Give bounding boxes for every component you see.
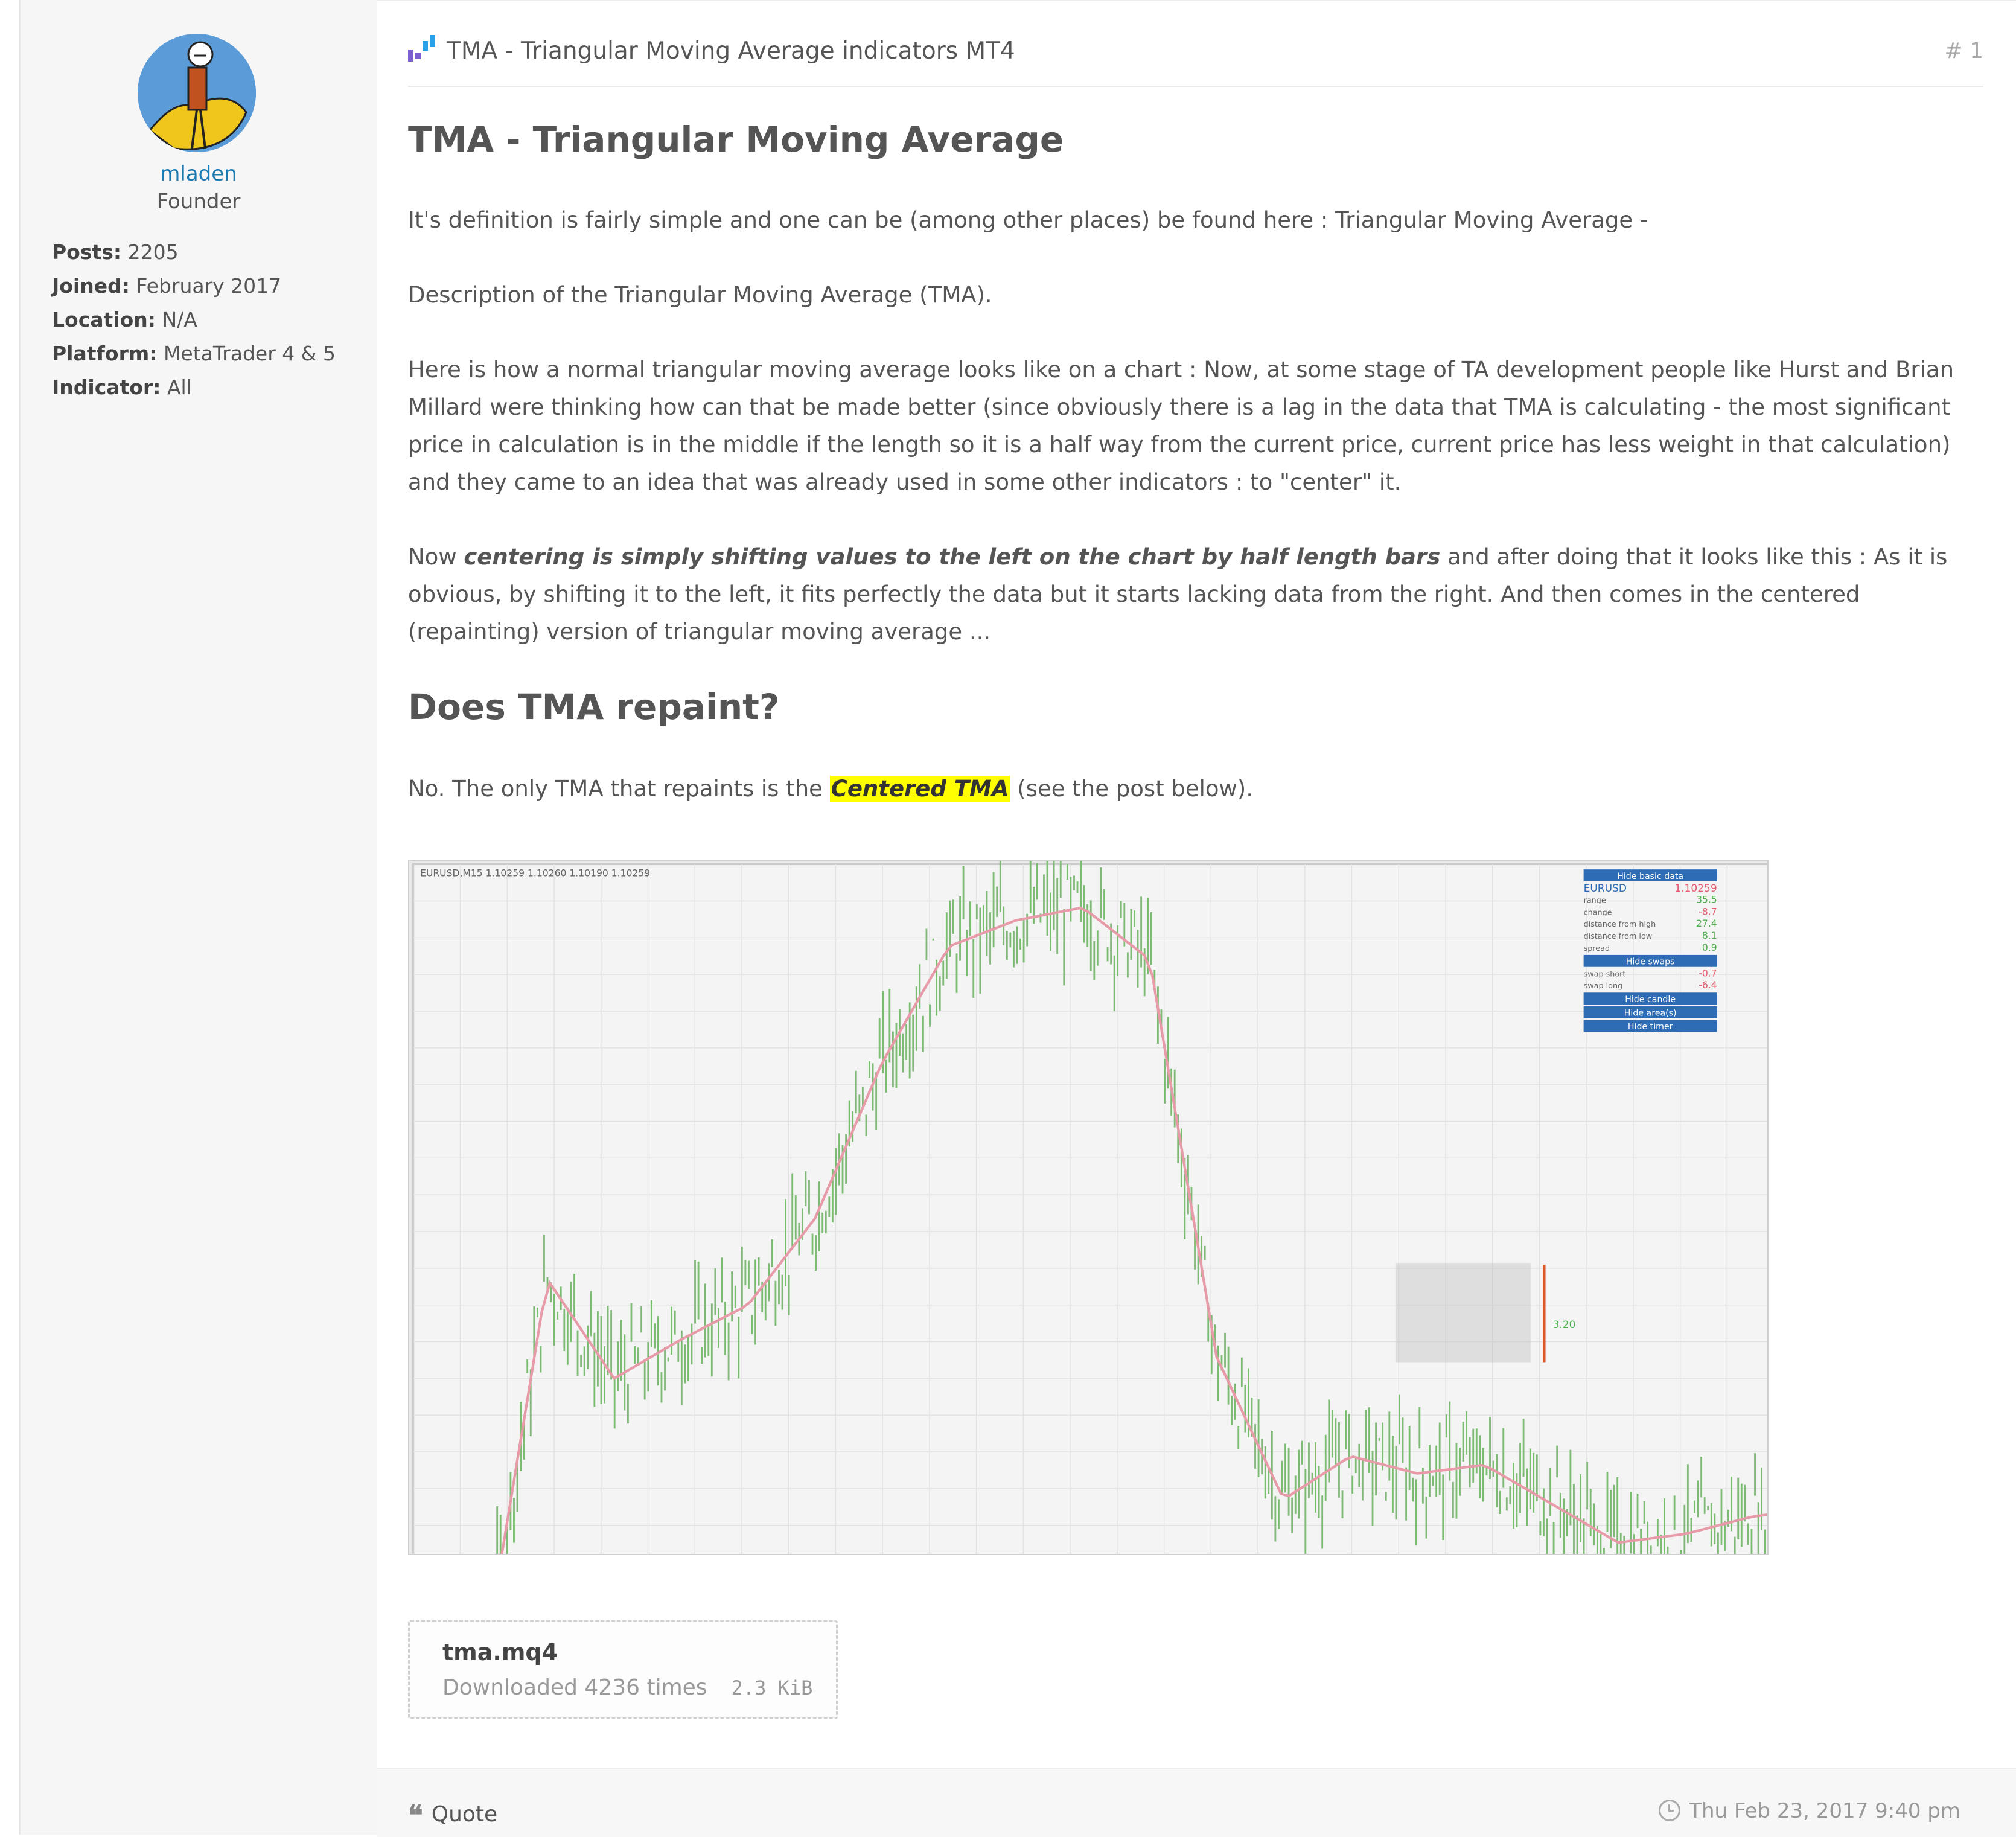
panel-row-label: swap long [1584, 982, 1623, 991]
file-size: 2.3 KiB [731, 1676, 813, 1699]
stat-label: Indicator: [52, 375, 161, 399]
post-header: TMA - Triangular Moving Average indicato… [408, 33, 1983, 87]
panel-button-label: Hide candle [1625, 995, 1676, 1005]
range-label: 3.20 [1553, 1319, 1576, 1331]
panel-row-value: 35.5 [1696, 894, 1717, 905]
panel-row-value: -0.7 [1699, 968, 1717, 979]
attachment-box[interactable]: tma.mq4 Downloaded 4236 times 2.3 KiB [408, 1620, 838, 1719]
timestamp-text: Thu Feb 23, 2017 9:40 pm [1689, 1799, 1960, 1823]
stat-platform: Platform: MetaTrader 4 & 5 [52, 337, 336, 371]
stat-value: MetaTrader 4 & 5 [163, 342, 336, 365]
author-name[interactable]: mladen [21, 162, 377, 186]
panel-row-label: distance from low [1584, 932, 1653, 941]
stat-posts: Posts: 2205 [52, 235, 336, 269]
emphasis: centering is simply shifting values to t… [464, 544, 1441, 570]
panel-row-value: 0.9 [1702, 942, 1717, 953]
paragraph: Description of the Triangular Moving Ave… [408, 282, 992, 308]
text: (see the post below). [1010, 776, 1254, 802]
stat-value: All [167, 375, 192, 399]
panel-button-label: Hide area(s) [1624, 1009, 1677, 1018]
post-timestamp: Thu Feb 23, 2017 9:40 pm [1659, 1799, 1960, 1823]
chart-image[interactable]: 1.119101.118251.117401.116551.115701.114… [408, 845, 2016, 1837]
stat-label: Location: [52, 308, 156, 331]
topic-title[interactable]: TMA - Triangular Moving Average indicato… [447, 37, 1015, 65]
stat-value: February 2017 [136, 274, 282, 298]
stat-joined: Joined: February 2017 [52, 269, 336, 303]
panel-symbol: EURUSD [1584, 883, 1627, 895]
panel-row-value: -8.7 [1699, 906, 1717, 917]
stat-label: Joined: [52, 274, 130, 298]
clock-icon [1659, 1800, 1681, 1821]
panel-button-label: Hide timer [1628, 1022, 1673, 1032]
text: No. The only TMA that repaints is the [408, 776, 830, 802]
highlight-em: Centered [831, 776, 946, 802]
stat-label: Platform: [52, 342, 158, 365]
stat-value: N/A [162, 308, 197, 331]
post-footer: ❝ Quote Thu Feb 23, 2017 9:40 pm [377, 1768, 2016, 1837]
avatar[interactable] [138, 34, 256, 152]
stat-value: 2205 [127, 240, 179, 264]
quote-icon: ❝ [408, 1799, 423, 1832]
panel-price: 1.10259 [1674, 883, 1717, 895]
download-count: Downloaded 4236 times [442, 1675, 707, 1700]
panel-button-label: Hide swaps [1626, 957, 1675, 966]
panel-row-label: swap short [1584, 970, 1626, 979]
heading-tma: TMA - Triangular Moving Average [408, 119, 1064, 160]
attachment-meta: Downloaded 4236 times 2.3 KiB [442, 1675, 812, 1700]
panel-row-label: range [1584, 896, 1606, 905]
panel-row-value: 27.4 [1696, 918, 1717, 929]
paragraph: No. The only TMA that repaints is the Ce… [408, 770, 1983, 808]
author-sidebar: mladen Founder Posts: 2205 Joined: Febru… [19, 0, 378, 1835]
panel-row-label: spread [1584, 944, 1610, 953]
stat-indicator: Indicator: All [52, 371, 336, 404]
stat-location: Location: N/A [52, 303, 336, 337]
selection-area [1395, 1263, 1531, 1363]
stat-label: Posts: [52, 240, 122, 264]
text: Now [408, 544, 464, 570]
author-stats: Posts: 2205 Joined: February 2017 Locati… [52, 235, 336, 404]
paragraph: Now centering is simply shifting values … [408, 538, 1983, 651]
panel-row-label: change [1584, 908, 1612, 917]
paragraph: Here is how a normal triangular moving a… [408, 357, 1954, 495]
heading-repaint: Does TMA repaint? [408, 686, 780, 727]
panel-button-label: Hide basic data [1617, 872, 1683, 881]
quote-label: Quote [431, 1802, 498, 1827]
panel-row-value: -6.4 [1699, 980, 1717, 991]
quote-button[interactable]: ❝ Quote [408, 1799, 497, 1832]
avatar-image [138, 34, 256, 152]
attachment-filename[interactable]: tma.mq4 [442, 1639, 558, 1666]
panel-row-value: 8.1 [1702, 930, 1717, 941]
topic-icon [408, 35, 435, 62]
panel-row-label: distance from high [1584, 920, 1656, 929]
chart-symbol-header: EURUSD,M15 1.10259 1.10260 1.10190 1.102… [420, 868, 650, 879]
paragraph: It's definition is fairly simple and one… [408, 207, 1648, 233]
chart-svg: 1.119101.118251.117401.116551.115701.114… [410, 845, 2016, 1837]
highlighted-term: Centered TMA [829, 776, 1010, 802]
post-number-link[interactable]: # 1 [1944, 39, 1983, 63]
author-rank: Founder [156, 190, 241, 214]
highlight-rest: TMA [946, 776, 1009, 802]
post-main: TMA - Triangular Moving Average indicato… [377, 0, 2016, 1837]
